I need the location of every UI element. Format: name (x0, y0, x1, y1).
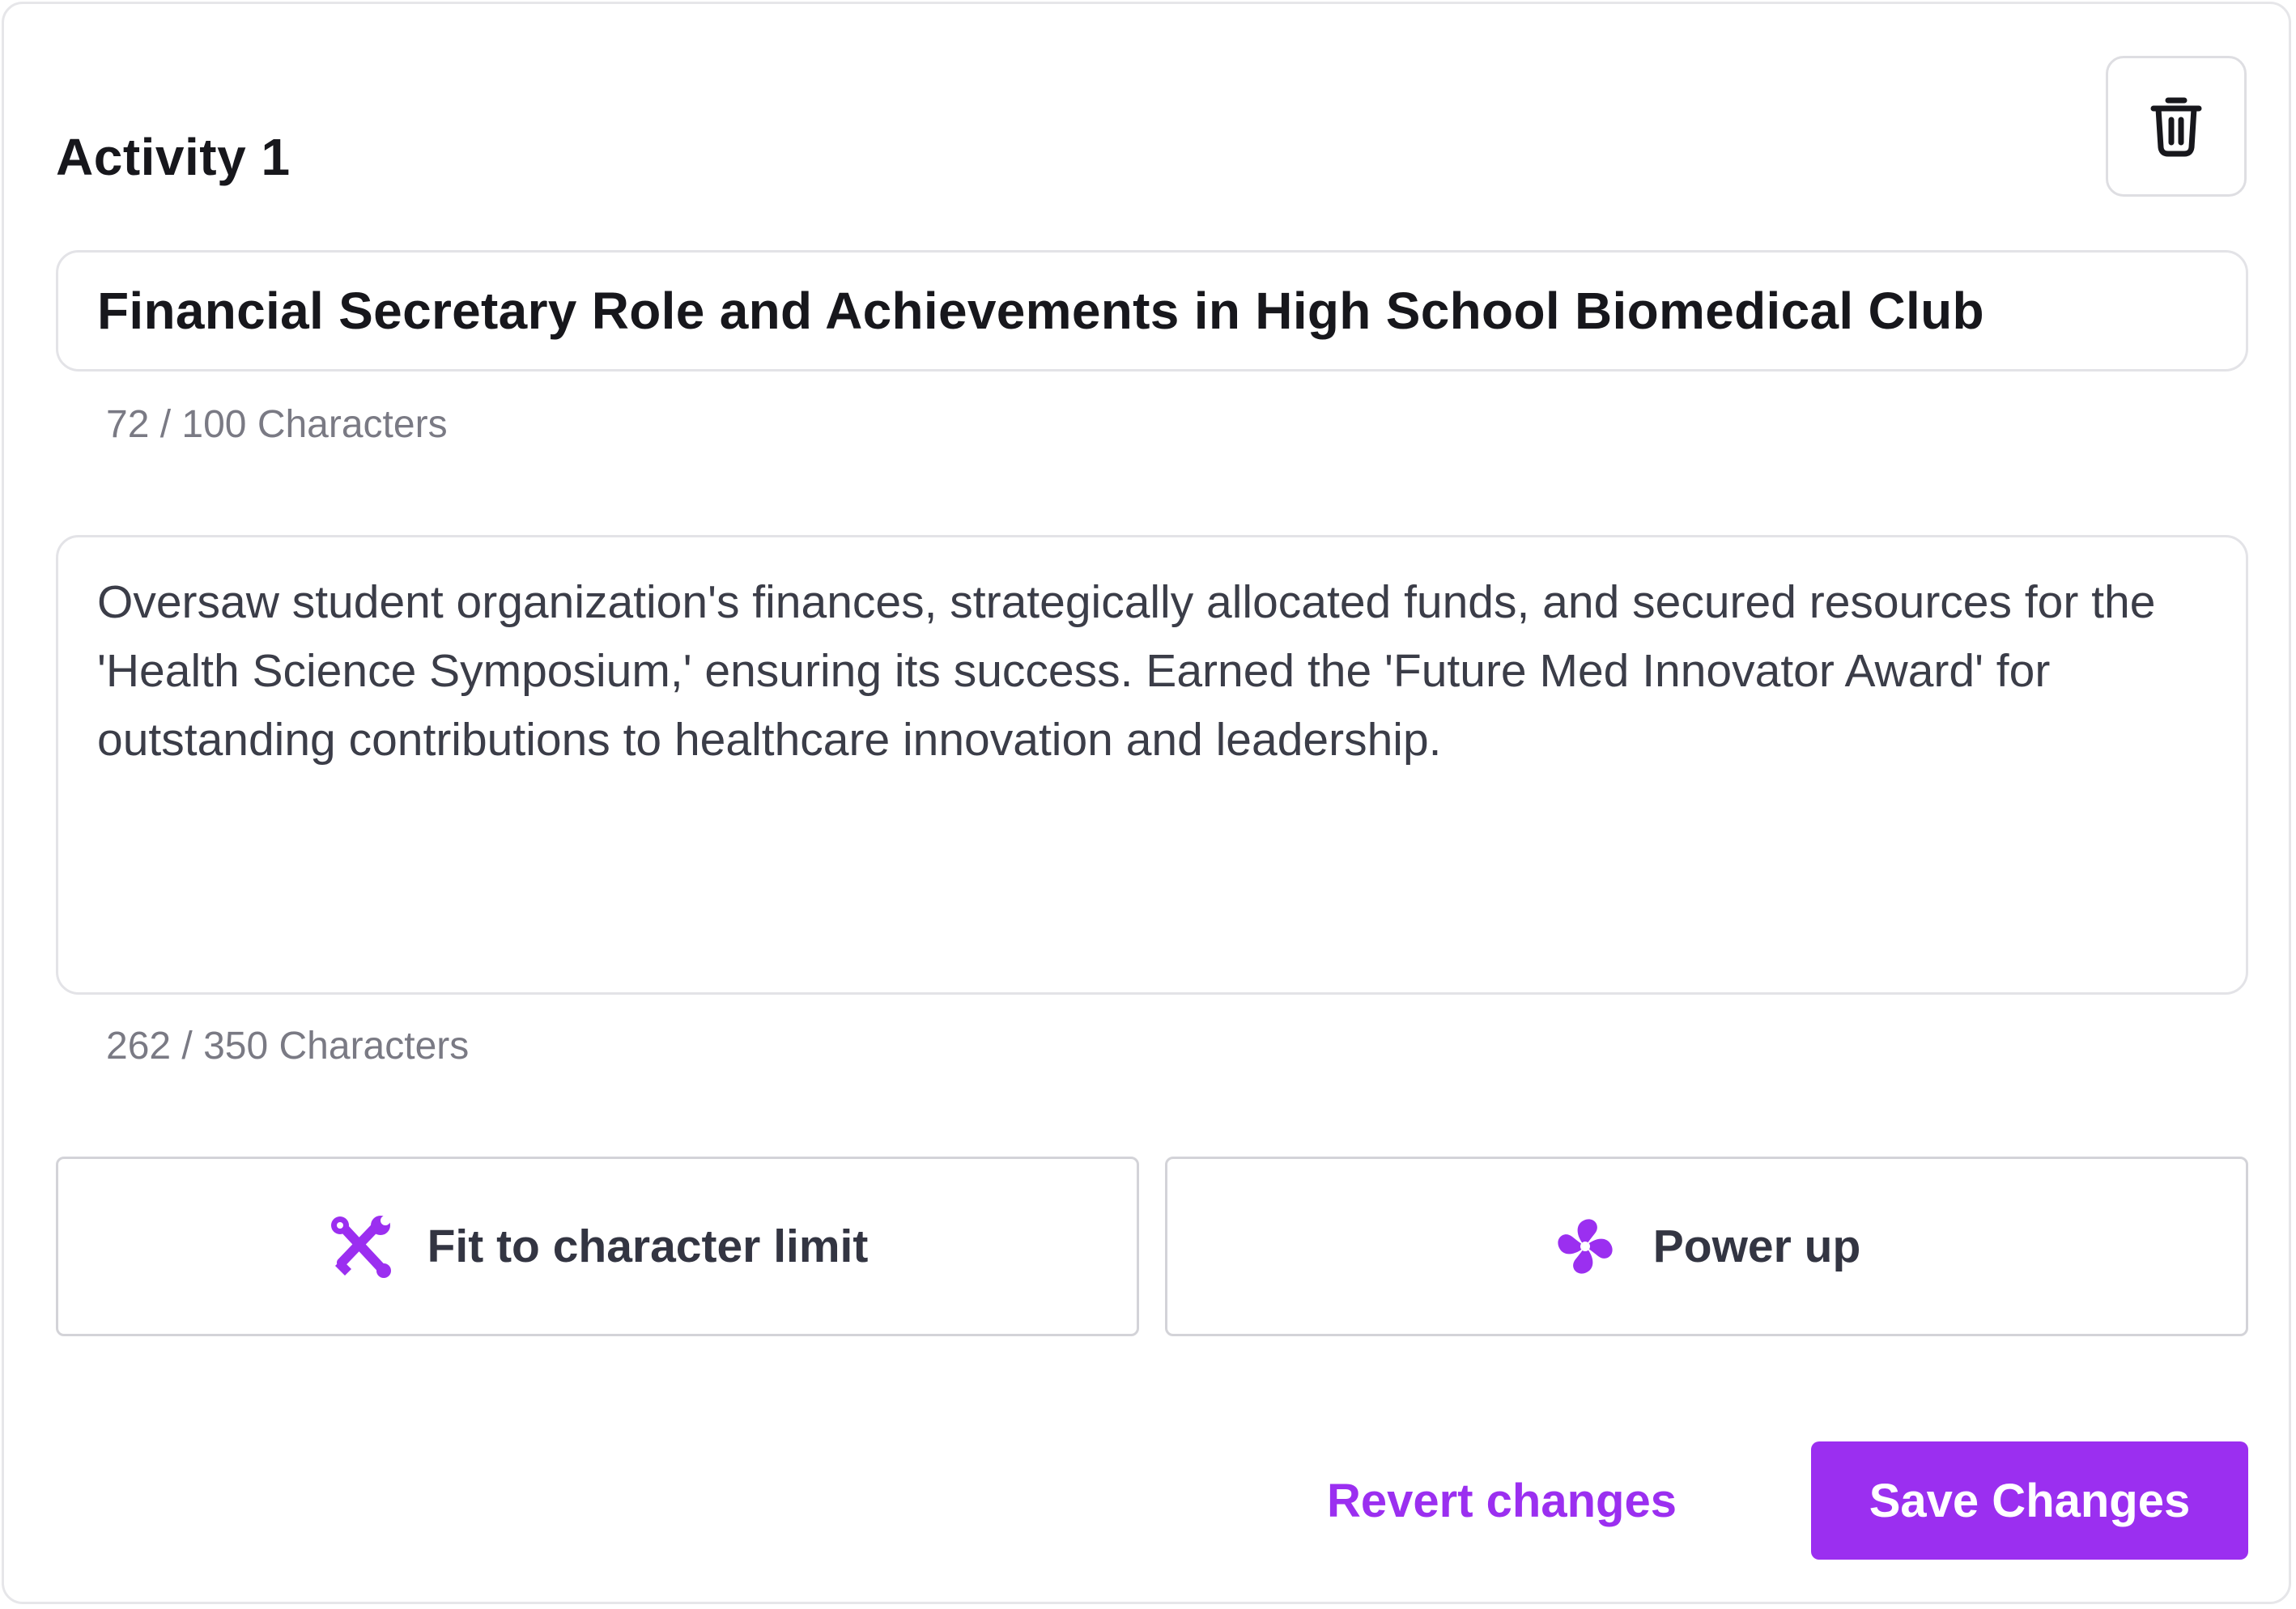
save-changes-button[interactable]: Save Changes (1811, 1441, 2248, 1560)
trash-icon (2150, 97, 2202, 157)
activity-name-value: Financial Secretary Role and Achievement… (97, 282, 1984, 340)
name-character-counter: 72 / 100 Characters (106, 403, 448, 446)
pinwheel-icon (1553, 1214, 1618, 1279)
activity-description-value: Oversaw student organization's finances,… (97, 576, 2156, 766)
activity-card: Activity 1 Financial Secretary Role and … (2, 2, 2291, 1604)
power-up-button-label: Power up (1652, 1221, 1861, 1272)
description-character-counter: 262 / 350 Characters (106, 1025, 470, 1068)
fit-to-character-limit-button[interactable]: Fit to character limit (56, 1157, 1139, 1336)
power-up-button[interactable]: Power up (1165, 1157, 2248, 1336)
revert-changes-button[interactable]: Revert changes (1299, 1441, 1704, 1560)
delete-button[interactable] (2106, 56, 2247, 197)
activity-name-input[interactable]: Financial Secretary Role and Achievement… (56, 250, 2248, 371)
fit-button-label: Fit to character limit (427, 1221, 869, 1272)
scissors-wrench-icon (327, 1214, 392, 1279)
activity-description-input[interactable]: Oversaw student organization's finances,… (56, 535, 2248, 995)
activity-title: Activity 1 (56, 128, 291, 186)
